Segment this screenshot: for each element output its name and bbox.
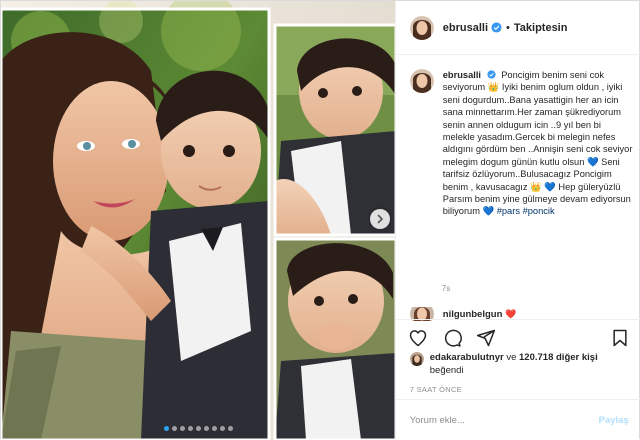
- header-separator: •: [506, 21, 510, 34]
- carousel-indicator: [1, 426, 395, 431]
- bookmark-icon: [613, 329, 627, 347]
- carousel-next-button[interactable]: [370, 209, 390, 229]
- chevron-right-icon: [377, 214, 384, 224]
- carousel-dot: [220, 426, 225, 431]
- like-button[interactable]: [408, 328, 428, 348]
- caption-time: 7s: [441, 284, 451, 293]
- post-header: ebrusalli • Takiptesin: [395, 1, 640, 55]
- avatar-image: [409, 15, 434, 40]
- post-actions: [408, 327, 630, 349]
- carousel-dot: [188, 426, 193, 431]
- share-icon: [476, 329, 495, 347]
- avatar-image: [409, 352, 424, 366]
- comment-heart-emoji: ❤️: [505, 308, 517, 319]
- carousel-dot: [228, 426, 233, 431]
- avatar-image: [409, 69, 434, 93]
- verified-badge-icon: [491, 22, 502, 33]
- caption-text: Poncigim benim seni cok seviyorum 👑 Iyik…: [442, 70, 633, 217]
- carousel-dot: [172, 426, 177, 431]
- likes-text: edakarabulutnyr ve 120.718 diğer kişi be…: [430, 352, 598, 377]
- carousel-dot: [204, 426, 209, 431]
- carousel-dot: [180, 426, 185, 431]
- post-comment-button[interactable]: Paylaş: [599, 415, 629, 426]
- share-button[interactable]: [476, 328, 496, 348]
- save-button[interactable]: [610, 328, 630, 348]
- carousel-dot: [164, 426, 169, 431]
- carousel-dot: [196, 426, 201, 431]
- post-username[interactable]: ebrusalli: [443, 22, 488, 34]
- likes-suffix: beğendi: [429, 364, 464, 376]
- post-side-panel: ebrusalli • Takiptesin ebrusalli Poncigi…: [394, 1, 640, 440]
- avatar[interactable]: [409, 15, 434, 40]
- post-timestamp[interactable]: 7 SAAT ÖNCE: [410, 385, 462, 394]
- caption-avatar[interactable]: [409, 69, 434, 93]
- comment-input[interactable]: [409, 414, 599, 426]
- post-media[interactable]: [1, 1, 395, 440]
- post-photo: [1, 1, 395, 440]
- caption-text-block: ebrusalli Poncigim benim seni cok seviyo…: [443, 69, 633, 218]
- likes-summary: edakarabulutnyr ve 120.718 diğer kişi be…: [409, 352, 634, 377]
- liker-username[interactable]: edakarabulutnyr: [430, 352, 504, 363]
- heart-icon: [409, 330, 427, 347]
- hashtag-poncik[interactable]: #poncik: [523, 206, 555, 216]
- liker-avatar[interactable]: [409, 352, 424, 366]
- following-button[interactable]: Takiptesin: [514, 22, 568, 34]
- carousel-dot: [212, 426, 217, 431]
- instagram-post: ebrusalli • Takiptesin ebrusalli Poncigi…: [0, 0, 640, 440]
- post-caption: ebrusalli Poncigim benim seni cok seviyo…: [409, 69, 634, 218]
- comment-button[interactable]: [442, 328, 462, 348]
- actions-divider: [395, 319, 640, 320]
- add-comment-bar: Paylaş: [395, 399, 640, 440]
- comment-username[interactable]: nilgunbelgun: [443, 309, 503, 320]
- verified-badge-icon: [486, 70, 496, 79]
- hashtag-pars[interactable]: #pars: [497, 206, 520, 216]
- comment-icon: [444, 329, 462, 347]
- caption-username[interactable]: ebrusalli: [443, 70, 481, 80]
- likes-joiner: ve: [506, 352, 517, 363]
- likes-count[interactable]: 120.718 diğer kişi: [519, 352, 598, 363]
